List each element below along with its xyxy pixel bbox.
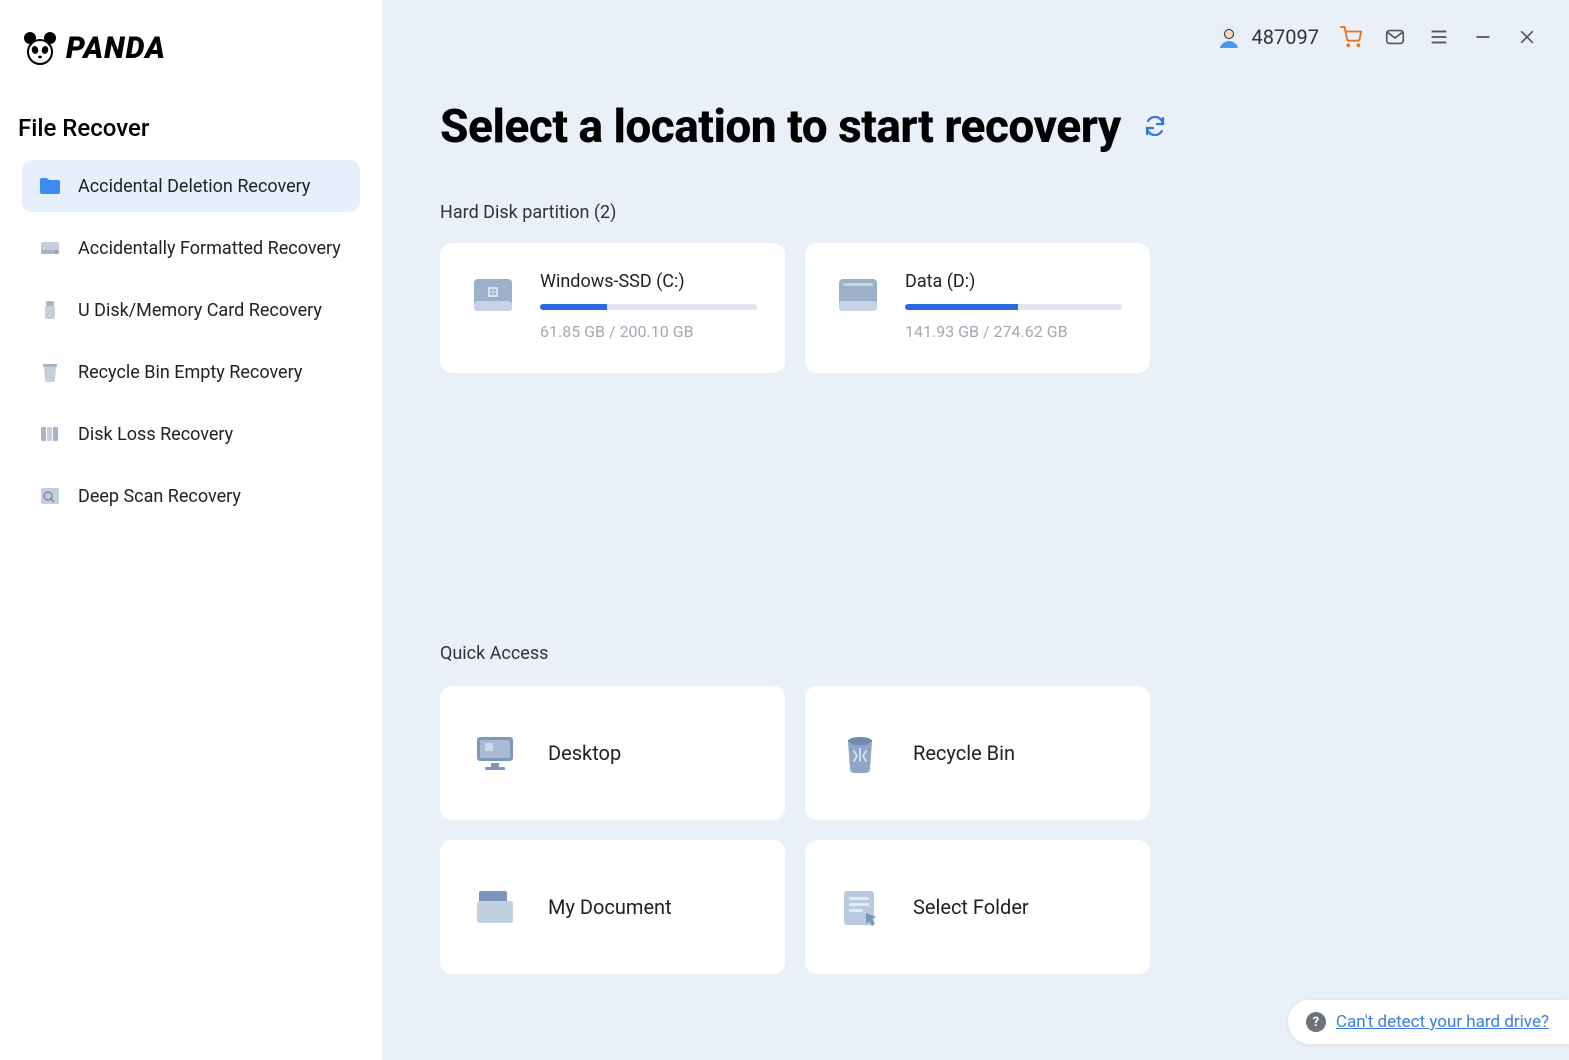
sidebar-item-udisk[interactable]: U Disk/Memory Card Recovery [22,284,360,336]
progress-bar [540,304,757,310]
user-number: 487097 [1252,25,1319,49]
recycle-bin-icon [835,728,885,778]
partition-section-label: Hard Disk partition (2) [440,202,1509,223]
quick-card-label: Select Folder [913,895,1029,919]
sidebar-title: File Recover [0,96,382,160]
partition-row: Windows-SSD (C:) 61.85 GB / 200.10 GB Da… [440,243,1509,373]
sidebar-item-label: Deep Scan Recovery [78,486,241,507]
close-icon[interactable] [1515,25,1539,49]
hdd-icon [38,236,62,260]
page-title: Select a location to start recovery [440,100,1121,154]
cart-icon[interactable] [1339,25,1363,49]
quick-access-grid: Desktop Recycle Bin My Document Select F… [440,686,1509,974]
folder-icon [38,174,62,198]
minimize-icon[interactable] [1471,25,1495,49]
partition-body: Windows-SSD (C:) 61.85 GB / 200.10 GB [540,271,757,341]
sidebar-item-recycle-bin[interactable]: Recycle Bin Empty Recovery [22,346,360,398]
help-icon: ? [1306,1012,1326,1032]
partition-size: 61.85 GB / 200.10 GB [540,322,757,341]
sidebar-nav: Accidental Deletion Recovery Accidentall… [0,160,382,522]
partition-name: Windows-SSD (C:) [540,271,757,292]
scan-icon [38,484,62,508]
avatar-icon [1216,24,1242,50]
panda-logo-icon [22,30,58,66]
quick-card-label: My Document [548,895,672,919]
menu-icon[interactable] [1427,25,1451,49]
quick-card-label: Desktop [548,741,621,765]
quick-card-select-folder[interactable]: Select Folder [805,840,1150,974]
partition-body: Data (D:) 141.93 GB / 274.62 GB [905,271,1122,341]
sidebar-item-accidental-deletion[interactable]: Accidental Deletion Recovery [22,160,360,212]
disks-icon [38,422,62,446]
partition-name: Data (D:) [905,271,1122,292]
sidebar-item-deep-scan[interactable]: Deep Scan Recovery [22,470,360,522]
data-drive-icon [833,271,883,321]
sidebar-item-disk-loss[interactable]: Disk Loss Recovery [22,408,360,460]
help-pill[interactable]: ? Can't detect your hard drive? [1288,1000,1569,1044]
quick-card-recycle-bin[interactable]: Recycle Bin [805,686,1150,820]
progress-fill [905,304,1018,310]
partition-card-c[interactable]: Windows-SSD (C:) 61.85 GB / 200.10 GB [440,243,785,373]
user-chip[interactable]: 487097 [1216,24,1319,50]
help-link[interactable]: Can't detect your hard drive? [1336,1012,1549,1032]
refresh-icon[interactable] [1143,114,1169,140]
select-folder-icon [835,882,885,932]
partition-card-d[interactable]: Data (D:) 141.93 GB / 274.62 GB [805,243,1150,373]
document-folder-icon [470,882,520,932]
system-drive-icon [468,271,518,321]
quick-access-label: Quick Access [440,643,1509,664]
quick-card-my-document[interactable]: My Document [440,840,785,974]
main-content: 487097 Select a location to start recove… [382,0,1569,1060]
quick-card-desktop[interactable]: Desktop [440,686,785,820]
sidebar-item-label: Accidentally Formatted Recovery [78,238,341,259]
progress-fill [540,304,607,310]
progress-bar [905,304,1122,310]
sidebar-item-label: Recycle Bin Empty Recovery [78,362,302,383]
quick-card-label: Recycle Bin [913,741,1015,765]
trash-icon [38,360,62,384]
page-title-row: Select a location to start recovery [440,100,1509,154]
sidebar-item-label: Accidental Deletion Recovery [78,176,310,197]
partition-size: 141.93 GB / 274.62 GB [905,322,1122,341]
desktop-icon [470,728,520,778]
header: 487097 [1186,0,1569,74]
brand-logo: PANDA [0,20,382,96]
brand-text: PANDA [66,31,166,66]
sidebar-item-label: U Disk/Memory Card Recovery [78,300,322,321]
sidebar-item-formatted[interactable]: Accidentally Formatted Recovery [22,222,360,274]
usb-icon [38,298,62,322]
sidebar: PANDA File Recover Accidental Deletion R… [0,0,382,1060]
mail-icon[interactable] [1383,25,1407,49]
sidebar-item-label: Disk Loss Recovery [78,424,233,445]
